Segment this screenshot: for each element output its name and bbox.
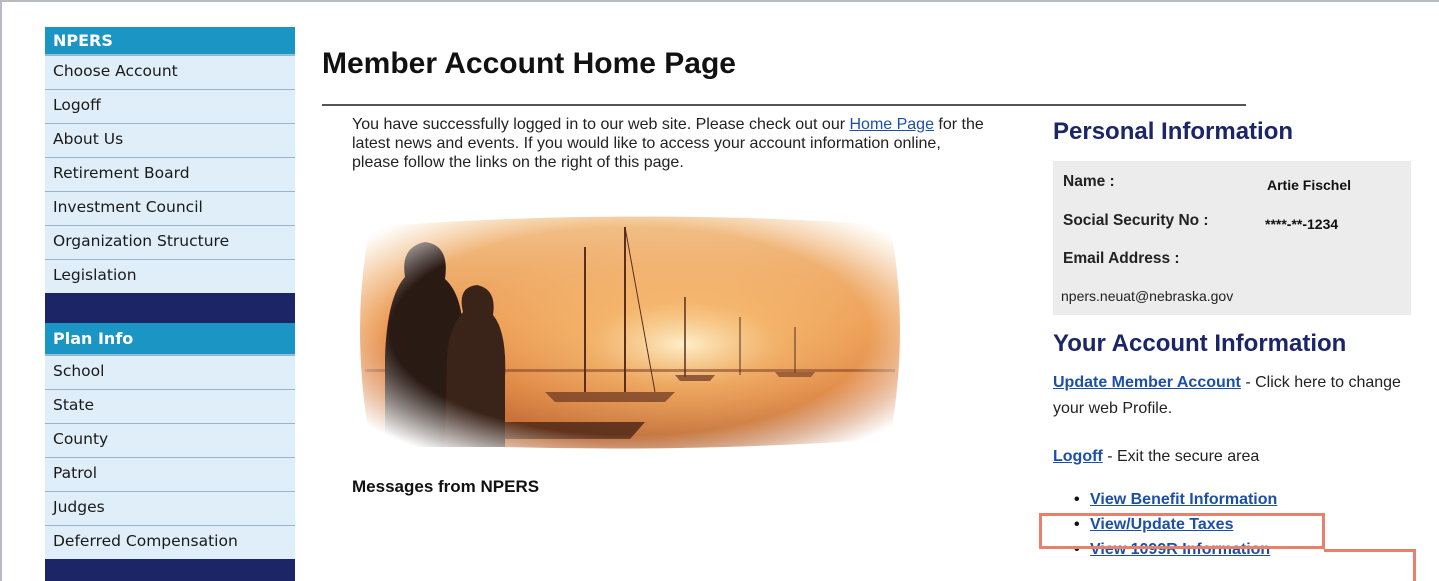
sidebar-item-about-us[interactable]: About Us (45, 123, 295, 157)
logoff-link[interactable]: Logoff (1053, 448, 1103, 465)
email-value: npers.neuat@nebraska.gov (1061, 288, 1234, 304)
highlight-callout-line (1324, 549, 1416, 552)
account-info-heading: Your Account Information (1053, 330, 1347, 357)
sidebar-item-retirement-board[interactable]: Retirement Board (45, 157, 295, 191)
sidebar: NPERS Choose Account Logoff About Us Ret… (45, 27, 295, 581)
highlight-callout-box (1039, 513, 1325, 549)
sidebar-item-legislation[interactable]: Legislation (45, 259, 295, 293)
welcome-message: You have successfully logged in to our w… (352, 115, 992, 172)
bullet-icon: • (1074, 491, 1080, 508)
name-label: Name : (1063, 173, 1115, 190)
update-member-account-link[interactable]: Update Member Account (1053, 374, 1241, 391)
email-label: Email Address : (1063, 250, 1180, 267)
update-account-paragraph: Update Member Account - Click here to ch… (1053, 370, 1423, 422)
list-item: • View Benefit Information (1070, 487, 1277, 512)
sidebar-item-investment-council[interactable]: Investment Council (45, 191, 295, 225)
sidebar-item-judges[interactable]: Judges (45, 491, 295, 525)
personal-info-heading: Personal Information (1053, 118, 1294, 145)
sidebar-section-plan-info-title: Plan Info (45, 323, 295, 355)
view-benefit-information-link[interactable]: View Benefit Information (1090, 491, 1277, 508)
home-page-link[interactable]: Home Page (849, 116, 934, 133)
sidebar-item-choose-account[interactable]: Choose Account (45, 55, 295, 89)
sidebar-item-state[interactable]: State (45, 389, 295, 423)
title-divider (322, 104, 1246, 106)
name-value: Artie Fischel (1267, 177, 1352, 193)
sunset-couple-photo (345, 207, 915, 455)
sidebar-item-patrol[interactable]: Patrol (45, 457, 295, 491)
logoff-paragraph: Logoff - Exit the secure area (1053, 444, 1423, 470)
sidebar-item-organization-structure[interactable]: Organization Structure (45, 225, 295, 259)
messages-heading: Messages from NPERS (352, 477, 540, 496)
sidebar-divider (45, 293, 295, 323)
highlight-callout-line-vertical (1413, 549, 1416, 581)
sidebar-item-school[interactable]: School (45, 355, 295, 389)
sidebar-section-npers-title: NPERS (45, 27, 295, 55)
page-title: Member Account Home Page (322, 47, 736, 80)
ssn-value: ****-**-1234 (1265, 216, 1339, 232)
sidebar-item-logoff[interactable]: Logoff (45, 89, 295, 123)
sidebar-item-deferred-compensation[interactable]: Deferred Compensation (45, 525, 295, 559)
welcome-text-start: You have successfully logged in to our w… (352, 116, 850, 133)
sidebar-item-county[interactable]: County (45, 423, 295, 457)
logoff-description: - Exit the secure area (1102, 448, 1260, 465)
ssn-label: Social Security No : (1063, 212, 1209, 229)
personal-info-box: Name : Artie Fischel Social Security No … (1053, 161, 1411, 315)
